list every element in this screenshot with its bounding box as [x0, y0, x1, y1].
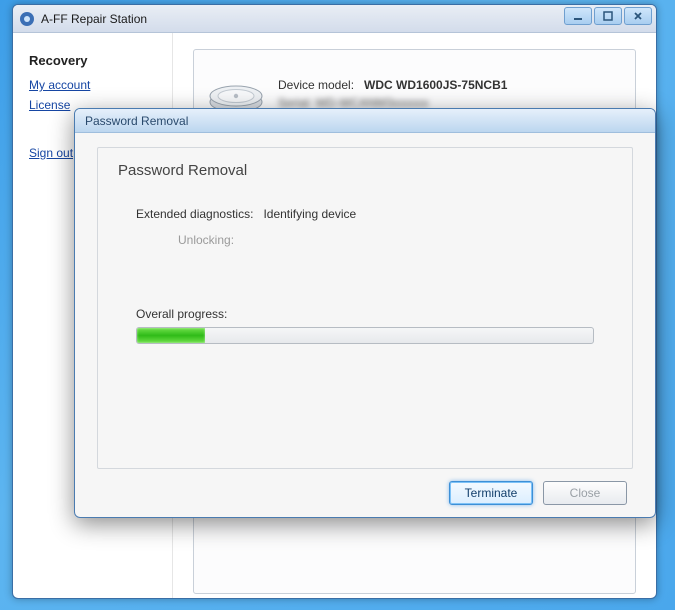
main-window-title: A-FF Repair Station	[41, 12, 147, 26]
dialog-titlebar[interactable]: Password Removal	[75, 109, 655, 133]
diagnostics-value: Identifying device	[263, 207, 356, 221]
sidebar-heading: Recovery	[29, 53, 156, 68]
terminate-button[interactable]: Terminate	[449, 481, 533, 505]
main-titlebar[interactable]: A-FF Repair Station	[13, 5, 656, 33]
sidebar-link-account[interactable]: My account	[29, 78, 156, 92]
progress-label: Overall progress:	[136, 307, 612, 321]
dialog-groupbox: Password Removal Extended diagnostics: I…	[97, 147, 633, 469]
maximize-button[interactable]	[594, 7, 622, 25]
device-model-label: Device model:	[278, 78, 354, 92]
minimize-button[interactable]	[564, 7, 592, 25]
unlocking-label: Unlocking:	[178, 233, 234, 247]
app-icon	[19, 11, 35, 27]
close-dialog-button: Close	[543, 481, 627, 505]
password-removal-dialog: Password Removal Password Removal Extend…	[74, 108, 656, 518]
dialog-heading: Password Removal	[118, 162, 612, 179]
close-button[interactable]	[624, 7, 652, 25]
progress-bar	[136, 327, 594, 344]
device-model-value: WDC WD1600JS-75NCB1	[364, 78, 507, 92]
window-controls	[562, 7, 652, 25]
dialog-title: Password Removal	[85, 114, 188, 128]
diagnostics-label: Extended diagnostics:	[136, 207, 253, 221]
progress-fill	[137, 328, 205, 343]
